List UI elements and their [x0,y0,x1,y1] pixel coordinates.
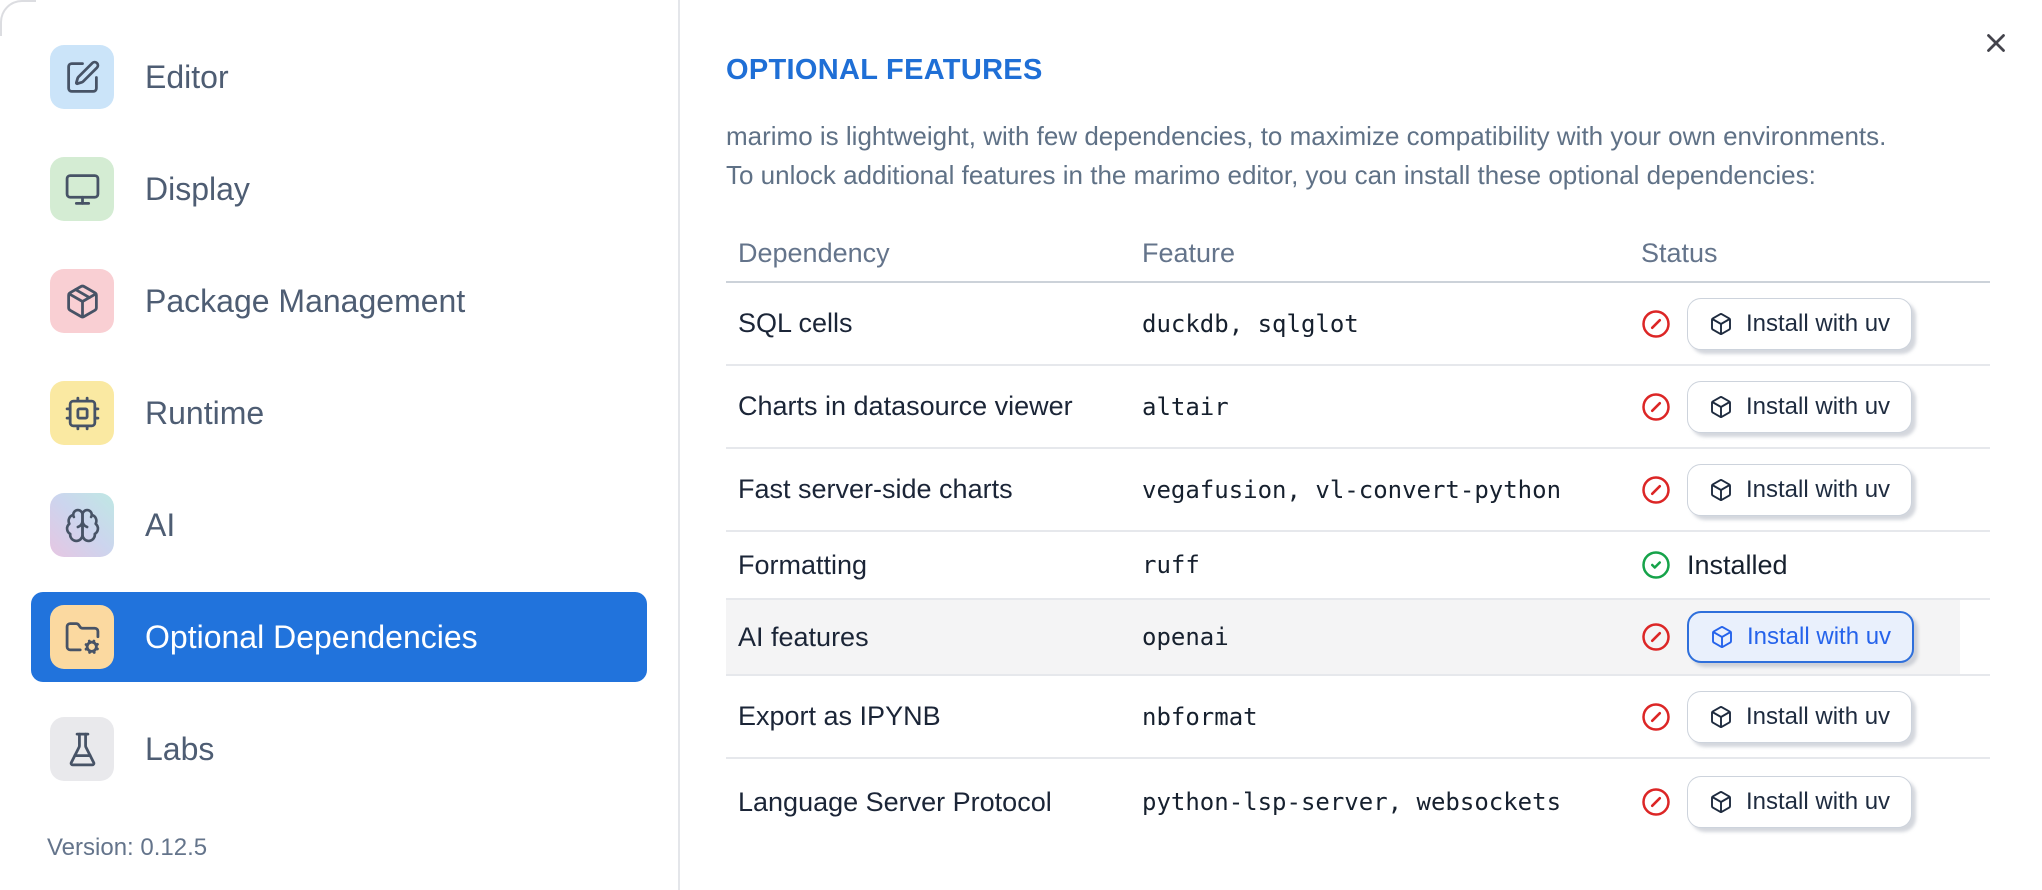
settings-sidebar: Editor Display Package Management Runtim… [0,0,680,890]
table-row: Formatting ruff Installed [726,532,1990,600]
table-row: Fast server-side charts vegafusion, vl-c… [726,449,1990,532]
table-body: SQL cells duckdb, sqlglot Install with u… [726,283,1990,845]
feature-cell: duckdb, sqlglot [1142,309,1359,338]
sidebar-item-label: Display [145,170,250,207]
status-cell: Install with uv [1641,297,1990,350]
optional-features-table: Dependency Feature Status SQL cells duck… [726,225,1990,845]
install-with-uv-button[interactable]: Install with uv [1687,690,1913,743]
install-button-label: Install with uv [1746,392,1891,420]
brain-icon [50,493,114,557]
flask-icon [50,717,114,781]
table-header-row: Dependency Feature Status [726,225,1990,283]
optional-features-panel: OPTIONAL FEATURES marimo is lightweight,… [680,0,2042,890]
install-button-label: Install with uv [1747,623,1892,650]
sidebar-item-label: Package Management [145,282,466,319]
status-cell: Install with uv [1641,776,1990,828]
install-button-label: Install with uv [1746,702,1891,730]
feature-cell: vegafusion, vl-convert-python [1142,475,1562,504]
column-header-status: Status [1641,237,1718,268]
sidebar-item-editor[interactable]: Editor [31,32,647,122]
sidebar-item-labs[interactable]: Labs [31,704,647,794]
sidebar-item-label: AI [145,506,176,543]
dependency-cell: Export as IPYNB [738,701,941,731]
square-pen-icon [50,45,114,109]
dialog-description-line2: To unlock additional features in the mar… [726,160,1816,190]
install-with-uv-button[interactable]: Install with uv [1687,380,1913,433]
circle-x-icon [1641,787,1671,817]
sidebar-item-label: Runtime [145,394,265,431]
circle-x-icon [1641,475,1671,505]
sidebar-item-label: Optional Dependencies [145,618,478,655]
install-with-uv-button[interactable]: Install with uv [1687,776,1913,828]
table-row: Language Server Protocol python-lsp-serv… [726,759,1990,845]
status-cell: Install with uv [1641,380,1990,433]
status-cell: Install with uv [1641,690,1990,743]
sidebar-item-display[interactable]: Display [31,144,647,234]
box-icon [1709,790,1733,814]
install-with-uv-button[interactable]: Install with uv [1687,463,1913,516]
close-icon [1981,28,2011,58]
sidebar-item-package-management[interactable]: Package Management [31,256,647,346]
dependency-cell: Fast server-side charts [738,474,1013,504]
status-cell: Install with uv [1641,611,1990,663]
feature-cell: nbformat [1142,702,1258,731]
table-row: SQL cells duckdb, sqlglot Install with u… [726,283,1990,366]
package-icon [50,269,114,333]
install-button-label: Install with uv [1746,475,1891,503]
settings-dialog: Editor Display Package Management Runtim… [0,0,2042,890]
feature-cell: python-lsp-server, websockets [1142,788,1562,816]
sidebar-item-label: Labs [145,730,215,767]
dependency-cell: SQL cells [738,308,853,338]
sidebar-nav: Editor Display Package Management Runtim… [0,32,678,794]
installed-label: Installed [1687,549,1788,580]
dialog-description: marimo is lightweight, with few dependen… [726,117,1990,195]
feature-cell: altair [1142,392,1229,421]
circle-x-icon [1641,309,1671,339]
monitor-icon [50,157,114,221]
column-header-dependency: Dependency [738,237,890,268]
dependency-cell: Formatting [738,549,868,580]
box-icon [1709,705,1733,729]
dependency-cell: Charts in datasource viewer [738,391,1073,421]
circle-check-icon [1641,550,1671,580]
box-icon [1709,395,1733,419]
circle-x-icon [1641,702,1671,732]
close-button[interactable] [1981,28,2011,58]
dependency-cell: Language Server Protocol [738,786,1052,817]
column-header-feature: Feature [1142,237,1236,268]
version-label: Version: 0.12.5 [47,834,208,861]
sidebar-item-optional-dependencies[interactable]: Optional Dependencies [31,592,647,682]
table-row: Export as IPYNB nbformat Install with uv [726,676,1990,759]
table-row: Charts in datasource viewer altair Insta… [726,366,1990,449]
sidebar-item-ai[interactable]: AI [31,480,647,570]
install-button-label: Install with uv [1746,788,1891,815]
status-cell: Install with uv [1641,463,1990,516]
circle-x-icon [1641,622,1671,652]
install-button-label: Install with uv [1746,309,1891,337]
feature-cell: openai [1142,623,1229,651]
page-title: OPTIONAL FEATURES [726,54,1043,86]
sidebar-item-label: Editor [145,58,229,95]
sidebar-item-runtime[interactable]: Runtime [31,368,647,458]
table-row: AI features openai Install with uv [726,600,1990,676]
install-with-uv-button[interactable]: Install with uv [1687,297,1913,350]
folder-cog-icon [50,605,114,669]
dependency-cell: AI features [738,621,869,652]
install-with-uv-button[interactable]: Install with uv [1687,611,1915,663]
feature-cell: ruff [1142,551,1200,579]
status-cell: Installed [1641,550,1990,581]
cpu-icon [50,381,114,445]
box-icon [1709,478,1733,502]
dialog-description-line1: marimo is lightweight, with few dependen… [726,121,1887,151]
box-icon [1710,625,1734,649]
circle-x-icon [1641,392,1671,422]
box-icon [1709,312,1733,336]
